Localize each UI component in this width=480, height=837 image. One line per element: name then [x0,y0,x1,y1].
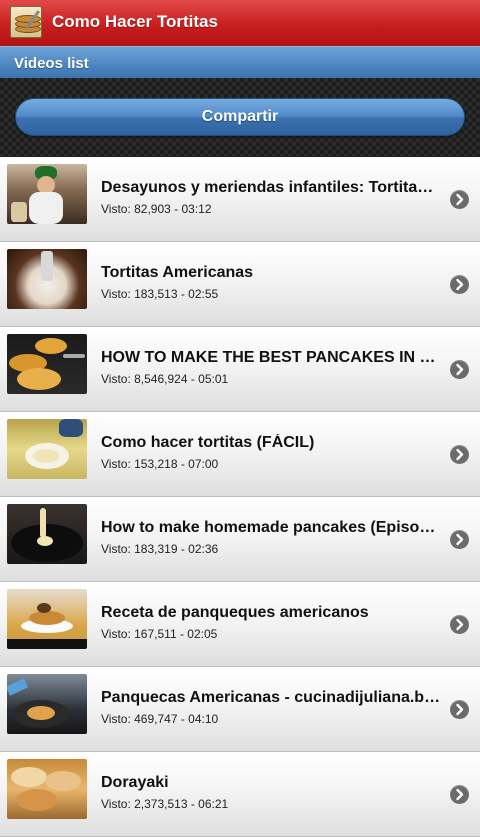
app-title: Como Hacer Tortitas [52,12,218,31]
chevron-right-icon [450,275,469,294]
video-title: HOW TO MAKE THE BEST PANCAKES IN THE WOR… [101,349,441,366]
video-meta: Visto: 2,373,513 - 06:21 [101,797,229,811]
video-row-1[interactable]: Tortitas Americanas Visto: 183,513 - 02:… [0,242,480,327]
video-thumbnail [7,334,87,394]
video-thumbnail [7,674,87,734]
video-title: Tortitas Americanas [101,264,254,281]
video-thumbnail [7,759,87,819]
pancake-stack-icon [10,6,42,38]
video-row-7[interactable]: Dorayaki Visto: 2,373,513 - 06:21 [0,752,480,837]
video-thumbnail [7,419,87,479]
video-list: Desayunos y meriendas infantiles: Tortit… [0,157,480,837]
chevron-right-icon [450,360,469,379]
chevron-right-icon [450,530,469,549]
videos-list-title: Videos list [14,55,89,72]
video-title: Desayunos y meriendas infantiles: Tortit… [101,179,441,196]
video-thumbnail [7,164,87,224]
video-row-2[interactable]: HOW TO MAKE THE BEST PANCAKES IN THE WOR… [0,327,480,412]
toolbar-area: Compartir [0,78,480,156]
video-row-0[interactable]: Desayunos y meriendas infantiles: Tortit… [0,157,480,242]
chevron-right-icon [450,785,469,804]
video-title: Panquecas Americanas - cucinadijuliana.b… [101,689,441,706]
video-meta: Visto: 82,903 - 03:12 [101,202,212,216]
video-thumbnail [7,504,87,564]
video-meta: Visto: 167,511 - 02:05 [101,627,218,641]
videos-list-header: Videos list [0,46,480,78]
video-meta: Visto: 183,513 - 02:55 [101,287,219,301]
chevron-right-icon [450,445,469,464]
video-title: Dorayaki [101,774,169,791]
chevron-right-icon [450,190,469,209]
video-row-5[interactable]: Receta de panqueques americanos Visto: 1… [0,582,480,667]
video-meta: Visto: 469,747 - 04:10 [101,712,219,726]
chevron-right-icon [450,700,469,719]
video-row-3[interactable]: Como hacer tortitas (FÁCIL) Visto: 153,2… [0,412,480,497]
video-row-6[interactable]: Panquecas Americanas - cucinadijuliana.b… [0,667,480,752]
video-title: How to make homemade pancakes (Episode 1… [101,519,441,536]
share-button[interactable]: Compartir [15,98,465,136]
video-meta: Visto: 8,546,924 - 05:01 [101,372,229,386]
video-row-4[interactable]: How to make homemade pancakes (Episode 1… [0,497,480,582]
title-bar: Como Hacer Tortitas [0,0,480,46]
video-meta: Visto: 183,319 - 02:36 [101,542,219,556]
video-thumbnail [7,589,87,649]
video-meta: Visto: 153,218 - 07:00 [101,457,219,471]
video-thumbnail [7,249,87,309]
video-title: Como hacer tortitas (FÁCIL) [101,434,315,451]
video-title: Receta de panqueques americanos [101,604,369,621]
chevron-right-icon [450,615,469,634]
